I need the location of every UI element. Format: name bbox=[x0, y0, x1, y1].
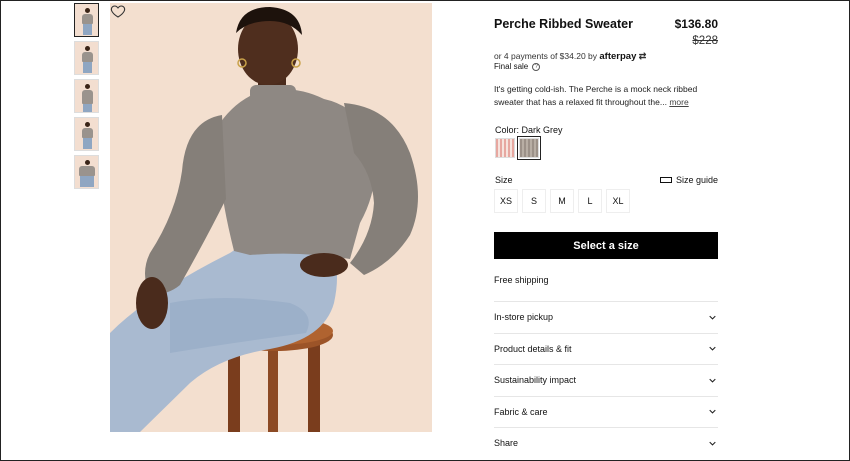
accordion-fabric-care[interactable]: Fabric & care bbox=[494, 395, 718, 428]
select-size-button[interactable]: Select a size bbox=[494, 232, 718, 259]
chevron-down-icon bbox=[709, 408, 716, 415]
accordion-label: Share bbox=[494, 438, 519, 449]
sale-price: $136.80 bbox=[674, 17, 718, 31]
afterpay-icon: ⇄ bbox=[638, 51, 647, 61]
description-text: It's getting cold-ish. The Perche is a m… bbox=[494, 84, 698, 107]
more-link[interactable]: more bbox=[669, 97, 688, 107]
product-image bbox=[110, 3, 432, 432]
color-label: Color: Dark Grey bbox=[495, 125, 563, 135]
afterpay-line: or 4 payments of $34.20 by afterpay ⇄ bbox=[494, 51, 646, 62]
size-xl-button[interactable]: XL bbox=[606, 189, 630, 213]
swatch-pink-stripe[interactable] bbox=[495, 138, 515, 158]
accordion-label: Fabric & care bbox=[494, 406, 548, 417]
accordion-in-store-pickup[interactable]: In-store pickup bbox=[494, 301, 718, 333]
info-accordion: In-store pickup Product details & fit Su… bbox=[494, 301, 718, 459]
size-label: Size bbox=[495, 175, 513, 185]
afterpay-text: or 4 payments of $34.20 by bbox=[494, 51, 598, 61]
product-title: Perche Ribbed Sweater bbox=[494, 17, 633, 31]
accordion-share[interactable]: Share bbox=[494, 427, 718, 459]
final-sale-label: Final sale bbox=[494, 62, 529, 71]
info-icon[interactable]: ? bbox=[532, 62, 541, 71]
swatch-dark-grey[interactable] bbox=[517, 136, 541, 160]
page-frame: Perche Ribbed Sweater $136.80 $228 or 4 … bbox=[0, 0, 850, 461]
product-description: It's getting cold-ish. The Perche is a m… bbox=[494, 83, 718, 109]
original-price: $228 bbox=[692, 35, 718, 47]
accordion-product-details[interactable]: Product details & fit bbox=[494, 332, 718, 365]
thumbnail-2[interactable] bbox=[74, 41, 99, 75]
size-l-button[interactable]: L bbox=[578, 189, 602, 213]
accordion-label: Product details & fit bbox=[494, 343, 572, 354]
size-options: XS S M L XL bbox=[494, 189, 630, 213]
afterpay-logo[interactable]: afterpay bbox=[599, 51, 636, 62]
heart-icon[interactable] bbox=[110, 3, 126, 19]
final-sale: Final sale ? bbox=[494, 62, 541, 71]
model-illustration bbox=[110, 3, 432, 432]
size-m-button[interactable]: M bbox=[550, 189, 574, 213]
thumbnail-4[interactable] bbox=[74, 117, 99, 151]
size-xs-button[interactable]: XS bbox=[494, 189, 518, 213]
size-guide-label: Size guide bbox=[675, 175, 718, 185]
free-shipping-label: Free shipping bbox=[494, 275, 549, 285]
chevron-down-icon bbox=[709, 440, 716, 447]
size-s-button[interactable]: S bbox=[522, 189, 546, 213]
thumbnail-3[interactable] bbox=[74, 79, 99, 113]
ruler-icon bbox=[659, 177, 672, 183]
accordion-label: In-store pickup bbox=[494, 312, 554, 323]
color-swatches bbox=[495, 136, 541, 160]
chevron-down-icon bbox=[709, 314, 716, 321]
thumbnail-1[interactable] bbox=[74, 3, 99, 37]
thumbnail-5[interactable] bbox=[74, 155, 99, 189]
chevron-down-icon bbox=[709, 345, 716, 352]
thumbnail-gallery bbox=[74, 3, 101, 193]
chevron-down-icon bbox=[709, 377, 716, 384]
accordion-sustainability[interactable]: Sustainability impact bbox=[494, 364, 718, 396]
accordion-label: Sustainability impact bbox=[494, 375, 577, 386]
size-guide-link[interactable]: Size guide bbox=[659, 175, 718, 185]
